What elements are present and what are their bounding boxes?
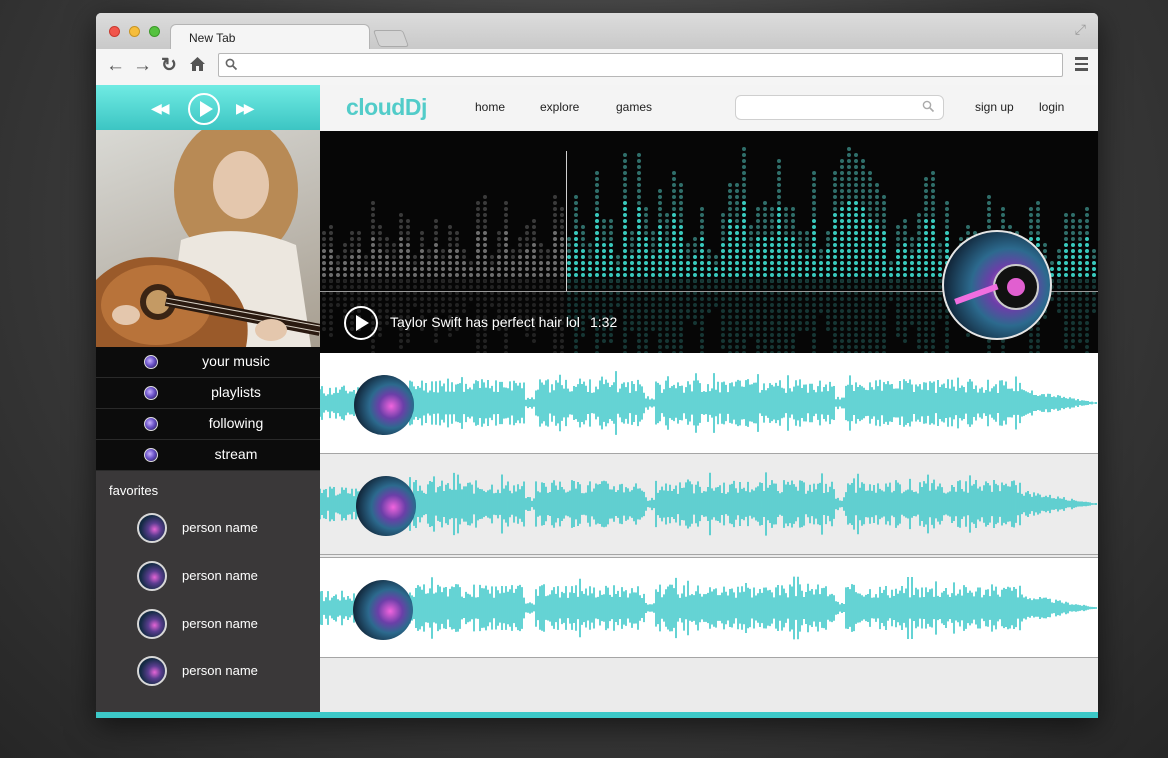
disc-icon (144, 448, 158, 462)
sidebar-item-stream[interactable]: stream (96, 440, 320, 471)
now-playing-time: 1:32 (590, 314, 618, 330)
play-icon[interactable] (188, 93, 220, 125)
sidebar-item-following[interactable]: following (96, 409, 320, 440)
avatar (137, 561, 167, 591)
address-bar[interactable] (218, 53, 1063, 77)
minimize-window-button[interactable] (129, 26, 140, 37)
player-controls: ◀◀ ▶▶ (96, 85, 320, 130)
favorite-item[interactable]: person name (96, 513, 320, 553)
track-artwork[interactable] (354, 375, 414, 435)
track-row[interactable] (320, 454, 1098, 555)
reload-icon[interactable]: ↻ (161, 56, 177, 76)
favorite-name: person name (182, 663, 258, 678)
nav-home[interactable]: home (475, 100, 505, 114)
disc-icon (144, 417, 158, 431)
sidebar: ◀◀ ▶▶ your music playlists following str… (96, 85, 320, 718)
search-icon (225, 58, 238, 76)
browser-toolbar: ← → ↻ (96, 49, 1098, 86)
browser-tab[interactable]: New Tab (170, 24, 370, 50)
track-artwork[interactable] (356, 476, 416, 536)
close-window-button[interactable] (109, 26, 120, 37)
waveform[interactable] (320, 558, 1098, 658)
avatar (137, 609, 167, 639)
sidebar-item-label: following (208, 415, 264, 431)
sidebar-item-label: playlists (211, 384, 261, 400)
favorite-name: person name (182, 616, 258, 631)
favorite-item[interactable]: person name (96, 609, 320, 649)
home-icon[interactable] (189, 56, 206, 77)
sign-up-link[interactable]: sign up (975, 100, 1014, 114)
sidebar-item-label: your music (202, 353, 270, 369)
favorite-item[interactable]: person name (96, 656, 320, 696)
sidebar-item-playlists[interactable]: playlists (96, 378, 320, 409)
login-link[interactable]: login (1039, 100, 1064, 114)
playhead-marker (566, 151, 567, 291)
album-art (96, 130, 320, 347)
fullscreen-icon[interactable]: ⤢ (1075, 21, 1086, 38)
forward-icon[interactable]: → (133, 56, 152, 76)
browser-menu-icon[interactable] (1075, 57, 1088, 74)
sidebar-menu: your music playlists following stream (96, 347, 320, 471)
search-icon (922, 100, 935, 118)
site-header: cloudDj home explore games sign up login (320, 85, 1098, 132)
waveform[interactable] (320, 454, 1098, 554)
tab-strip: New Tab ⤢ (96, 13, 1098, 50)
favorite-name: person name (182, 568, 258, 583)
favorites-heading: favorites (109, 483, 159, 498)
now-playing-hero: Taylor Swift has perfect hair lol 1:32 (320, 131, 1098, 353)
new-tab-button[interactable] (372, 30, 410, 47)
favorite-item[interactable]: person name (96, 561, 320, 601)
now-playing-title: Taylor Swift has perfect hair lol (390, 314, 580, 330)
sidebar-item-label: stream (214, 446, 258, 462)
logo[interactable]: cloudDj (346, 94, 427, 121)
track-row[interactable] (320, 353, 1098, 454)
sidebar-item-your-music[interactable]: your music (96, 347, 320, 378)
nav-explore[interactable]: explore (540, 100, 579, 114)
waveform[interactable] (320, 353, 1098, 453)
play-icon[interactable] (344, 306, 378, 340)
nav-games[interactable]: games (616, 100, 652, 114)
browser-tab-title: New Tab (189, 31, 236, 45)
search-input[interactable] (735, 95, 944, 120)
favorite-name: person name (182, 520, 258, 535)
now-playing-artwork[interactable] (942, 230, 1052, 340)
avatar (137, 656, 167, 686)
maximize-window-button[interactable] (149, 26, 160, 37)
track-artwork[interactable] (353, 580, 413, 640)
back-icon[interactable]: ← (106, 56, 125, 76)
disc-icon (144, 355, 158, 369)
disc-icon (144, 386, 158, 400)
accent-bar (96, 712, 1098, 718)
avatar (137, 513, 167, 543)
page: ◀◀ ▶▶ your music playlists following str… (96, 85, 1098, 718)
main-content: cloudDj home explore games sign up login… (320, 85, 1098, 718)
track-row[interactable] (320, 557, 1098, 658)
browser-window: New Tab ⤢ ← → ↻ ◀◀ ▶▶ your music playlis… (96, 13, 1098, 718)
fast-forward-icon[interactable]: ▶▶ (236, 100, 254, 117)
rewind-icon[interactable]: ◀◀ (151, 100, 169, 117)
